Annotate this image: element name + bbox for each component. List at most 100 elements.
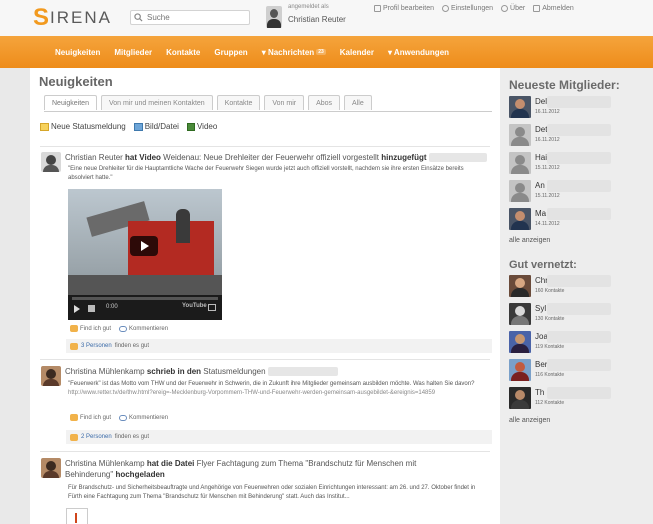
member-name[interactable]: Th (535, 388, 544, 397)
nav-item-messages[interactable]: ▾ Nachrichten 23 (262, 48, 326, 57)
nav-item-news[interactable]: Neuigkeiten (55, 48, 100, 57)
avatar[interactable] (509, 275, 531, 297)
member-name[interactable]: Del (535, 97, 547, 106)
post-author-avatar[interactable] (41, 152, 61, 172)
member-name[interactable]: Hai (535, 153, 547, 162)
member-name[interactable]: Ber (535, 360, 547, 369)
post-author-name[interactable]: Christian Reuter (65, 153, 123, 162)
post-author-avatar[interactable] (41, 366, 61, 386)
likes-summary: 2 Personen finden es gut (66, 430, 492, 444)
member-name[interactable]: Ma (535, 209, 546, 218)
list-item[interactable]: An 15.11.2012 (509, 180, 649, 206)
thumbs-up-icon (70, 414, 78, 421)
post-object-title[interactable]: Weidenau: Neue Drehleiter der Feuerwehr … (163, 153, 379, 162)
avatar[interactable] (509, 180, 531, 202)
avatar[interactable] (509, 208, 531, 230)
like-button[interactable]: Find ich gut (70, 325, 111, 332)
post-link[interactable]: http://www.retter.tv/de/thw.html?ereig=-… (68, 390, 435, 396)
like-button[interactable]: Find ich gut (70, 414, 111, 421)
tab-contacts[interactable]: Kontakte (216, 95, 261, 110)
avatar[interactable] (509, 331, 531, 353)
video-player[interactable]: 0:00 YouTube (68, 189, 222, 320)
show-all-connected-link[interactable]: alle anzeigen (509, 417, 550, 424)
pdf-file-icon[interactable] (66, 508, 88, 524)
tab-from-me[interactable]: Von mir (264, 95, 305, 110)
new-status-button[interactable]: Neue Statusmeldung (40, 122, 126, 131)
nav-item-contacts[interactable]: Kontakte (166, 48, 200, 57)
top-bar: S IRENA angemeldet als Christian Reuter … (0, 0, 653, 36)
new-file-button[interactable]: Bild/Datei (133, 122, 179, 131)
tab-all[interactable]: Alle (344, 95, 372, 110)
post-author-name[interactable]: Christina Mühlenkamp (65, 459, 145, 468)
post-body-text: "Feuerwerk" ist das Motto vom THW und de… (68, 381, 475, 387)
comment-button[interactable]: Kommentieren (119, 325, 168, 332)
logo[interactable]: S IRENA (33, 5, 112, 31)
new-video-label: Video (196, 122, 218, 131)
list-item[interactable]: Th 112 Kontakte (509, 387, 649, 413)
member-name[interactable]: Det (535, 125, 547, 134)
avatar[interactable] (509, 96, 531, 118)
play-button-icon[interactable] (130, 236, 158, 256)
search-input[interactable] (147, 13, 247, 22)
nav-item-apps[interactable]: ▾ Anwendungen (388, 48, 449, 57)
list-item[interactable]: Del 16.11.2012 (509, 96, 649, 122)
list-item[interactable]: Hai 15.11.2012 (509, 152, 649, 178)
list-item[interactable]: Ma 14.11.2012 (509, 208, 649, 234)
video-progress-bar[interactable] (72, 297, 218, 300)
likes-count[interactable]: 2 Personen (81, 434, 112, 440)
new-status-label: Neue Statusmeldung (51, 122, 126, 131)
list-item[interactable]: Chr 160 Kontakte (509, 275, 649, 301)
current-user-name[interactable]: Christian Reuter (288, 15, 346, 24)
fullscreen-icon[interactable] (208, 304, 216, 311)
list-item[interactable]: Syl 130 Kontakte (509, 303, 649, 329)
comment-button[interactable]: Kommentieren (119, 414, 168, 421)
profile-edit-link[interactable]: Profil bearbeiten (374, 5, 434, 12)
youtube-logo[interactable]: YouTube (182, 303, 207, 309)
divider (40, 451, 490, 452)
new-video-button[interactable]: Video (186, 122, 218, 131)
search-box[interactable] (130, 10, 250, 25)
avatar[interactable] (509, 152, 531, 174)
likes-suffix: finden es gut (114, 434, 150, 440)
post-author-name[interactable]: Christina Mühlenkamp (65, 367, 145, 376)
post-object-title[interactable]: Statusmeldungen (203, 367, 265, 376)
post-header: Christina Mühlenkamp hat die Datei Flyer… (65, 458, 465, 480)
logout-link[interactable]: Abmelden (533, 5, 574, 12)
news-panel: Neuigkeiten Neuigkeiten Von mir und mein… (30, 68, 500, 524)
tab-me-and-contacts[interactable]: Von mir und meinen Kontakten (100, 95, 213, 110)
post-verb: hat (125, 153, 138, 162)
tab-news[interactable]: Neuigkeiten (44, 95, 97, 110)
play-icon[interactable] (74, 305, 80, 313)
nav-item-members[interactable]: Mitglieder (114, 48, 152, 57)
list-item[interactable]: Ber 116 Kontakte (509, 359, 649, 385)
avatar[interactable] (509, 303, 531, 325)
post-author-avatar[interactable] (41, 458, 61, 478)
redacted-text (547, 152, 611, 164)
member-name[interactable]: Chr (535, 276, 548, 285)
list-item[interactable]: Det 16.11.2012 (509, 124, 649, 150)
user-avatar[interactable] (266, 6, 282, 28)
avatar[interactable] (509, 359, 531, 381)
member-name[interactable]: An (535, 181, 545, 190)
video-icon (186, 122, 195, 131)
likes-count[interactable]: 3 Personen (81, 343, 112, 349)
settings-link[interactable]: Einstellungen (441, 5, 493, 12)
member-name[interactable]: Syl (535, 304, 546, 313)
search-icon (134, 13, 143, 22)
nav-item-groups[interactable]: Gruppen (214, 48, 247, 57)
tab-subscriptions[interactable]: Abos (308, 95, 341, 110)
thumbs-up-icon (70, 433, 78, 441)
nav-item-calendar[interactable]: Kalender (340, 48, 374, 57)
show-all-members-link[interactable]: alle anzeigen (509, 237, 550, 244)
info-icon (501, 5, 509, 12)
list-item[interactable]: Joa 119 Kontakte (509, 331, 649, 357)
avatar[interactable] (509, 124, 531, 146)
avatar[interactable] (509, 387, 531, 409)
about-link[interactable]: Über (501, 5, 525, 12)
member-contacts: 116 Kontakte (535, 372, 565, 378)
volume-icon[interactable] (88, 305, 95, 312)
messages-count-badge: 23 (316, 49, 326, 55)
thumbs-up-icon (70, 342, 78, 350)
divider (40, 359, 490, 360)
member-name[interactable]: Joa (535, 332, 548, 341)
